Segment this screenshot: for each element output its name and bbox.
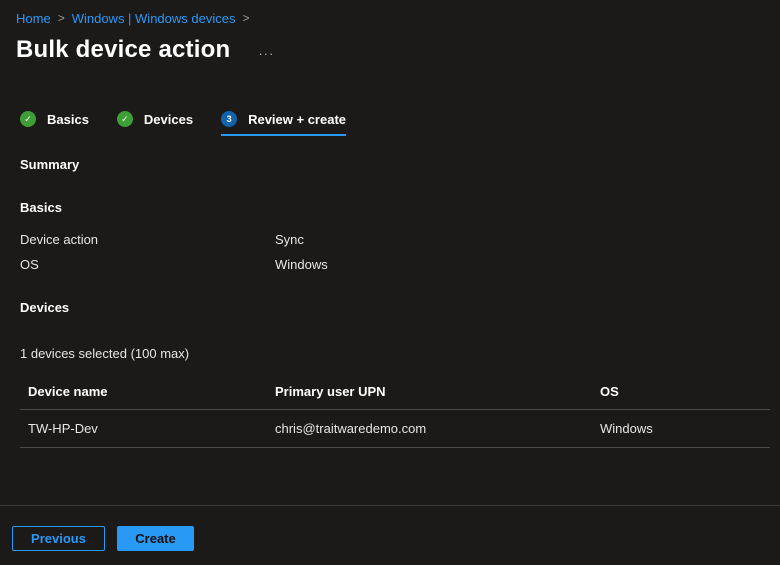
tab-basics[interactable]: ✓ Basics: [20, 111, 89, 136]
breadcrumb-separator-icon: >: [58, 10, 65, 27]
tab-devices-label: Devices: [144, 112, 193, 127]
tab-basics-label: Basics: [47, 112, 89, 127]
field-value: Sync: [275, 232, 764, 247]
cell-os: Windows: [600, 410, 770, 448]
page-content: Home > Windows | Windows devices > Bulk …: [0, 0, 780, 448]
breadcrumb-windows-devices-link[interactable]: Windows | Windows devices: [72, 10, 236, 27]
cell-device-name: TW-HP-Dev: [20, 410, 275, 448]
cell-primary-user-upn: chris@traitwaredemo.com: [275, 410, 600, 448]
tab-review-create-label: Review + create: [248, 112, 346, 127]
wizard-tabs: ✓ Basics ✓ Devices 3 Review + create: [16, 111, 764, 136]
field-label: OS: [20, 257, 275, 272]
previous-button[interactable]: Previous: [12, 526, 105, 551]
devices-selected-count: 1 devices selected (100 max): [16, 346, 764, 361]
field-label: Device action: [20, 232, 275, 247]
page-title: Bulk device action: [16, 36, 230, 64]
column-header-os: OS: [600, 372, 770, 410]
step-number-badge: 3: [221, 111, 237, 127]
field-row-os: OS Windows: [16, 257, 764, 272]
table-row: TW-HP-Dev chris@traitwaredemo.com Window…: [20, 410, 770, 448]
basics-section-heading: Basics: [16, 200, 764, 215]
tab-devices[interactable]: ✓ Devices: [117, 111, 193, 136]
tab-review-create[interactable]: 3 Review + create: [221, 111, 346, 136]
breadcrumb-home-link[interactable]: Home: [16, 10, 51, 27]
column-header-device-name: Device name: [20, 372, 275, 410]
check-icon: ✓: [20, 111, 36, 127]
devices-table: Device name Primary user UPN OS TW-HP-De…: [20, 372, 770, 448]
column-header-primary-user-upn: Primary user UPN: [275, 372, 600, 410]
breadcrumb: Home > Windows | Windows devices >: [16, 10, 764, 27]
summary-heading: Summary: [16, 157, 764, 172]
create-button[interactable]: Create: [117, 526, 194, 551]
more-options-button[interactable]: ···: [258, 46, 274, 61]
breadcrumb-separator-icon: >: [242, 10, 249, 27]
check-icon: ✓: [117, 111, 133, 127]
field-row-device-action: Device action Sync: [16, 232, 764, 247]
field-value: Windows: [275, 257, 764, 272]
devices-section-heading: Devices: [16, 300, 764, 315]
footer-action-bar: Previous Create: [0, 505, 780, 565]
bulk-device-action-page: Home > Windows | Windows devices > Bulk …: [0, 0, 780, 565]
title-row: Bulk device action ···: [16, 36, 764, 64]
table-header-row: Device name Primary user UPN OS: [20, 372, 770, 410]
